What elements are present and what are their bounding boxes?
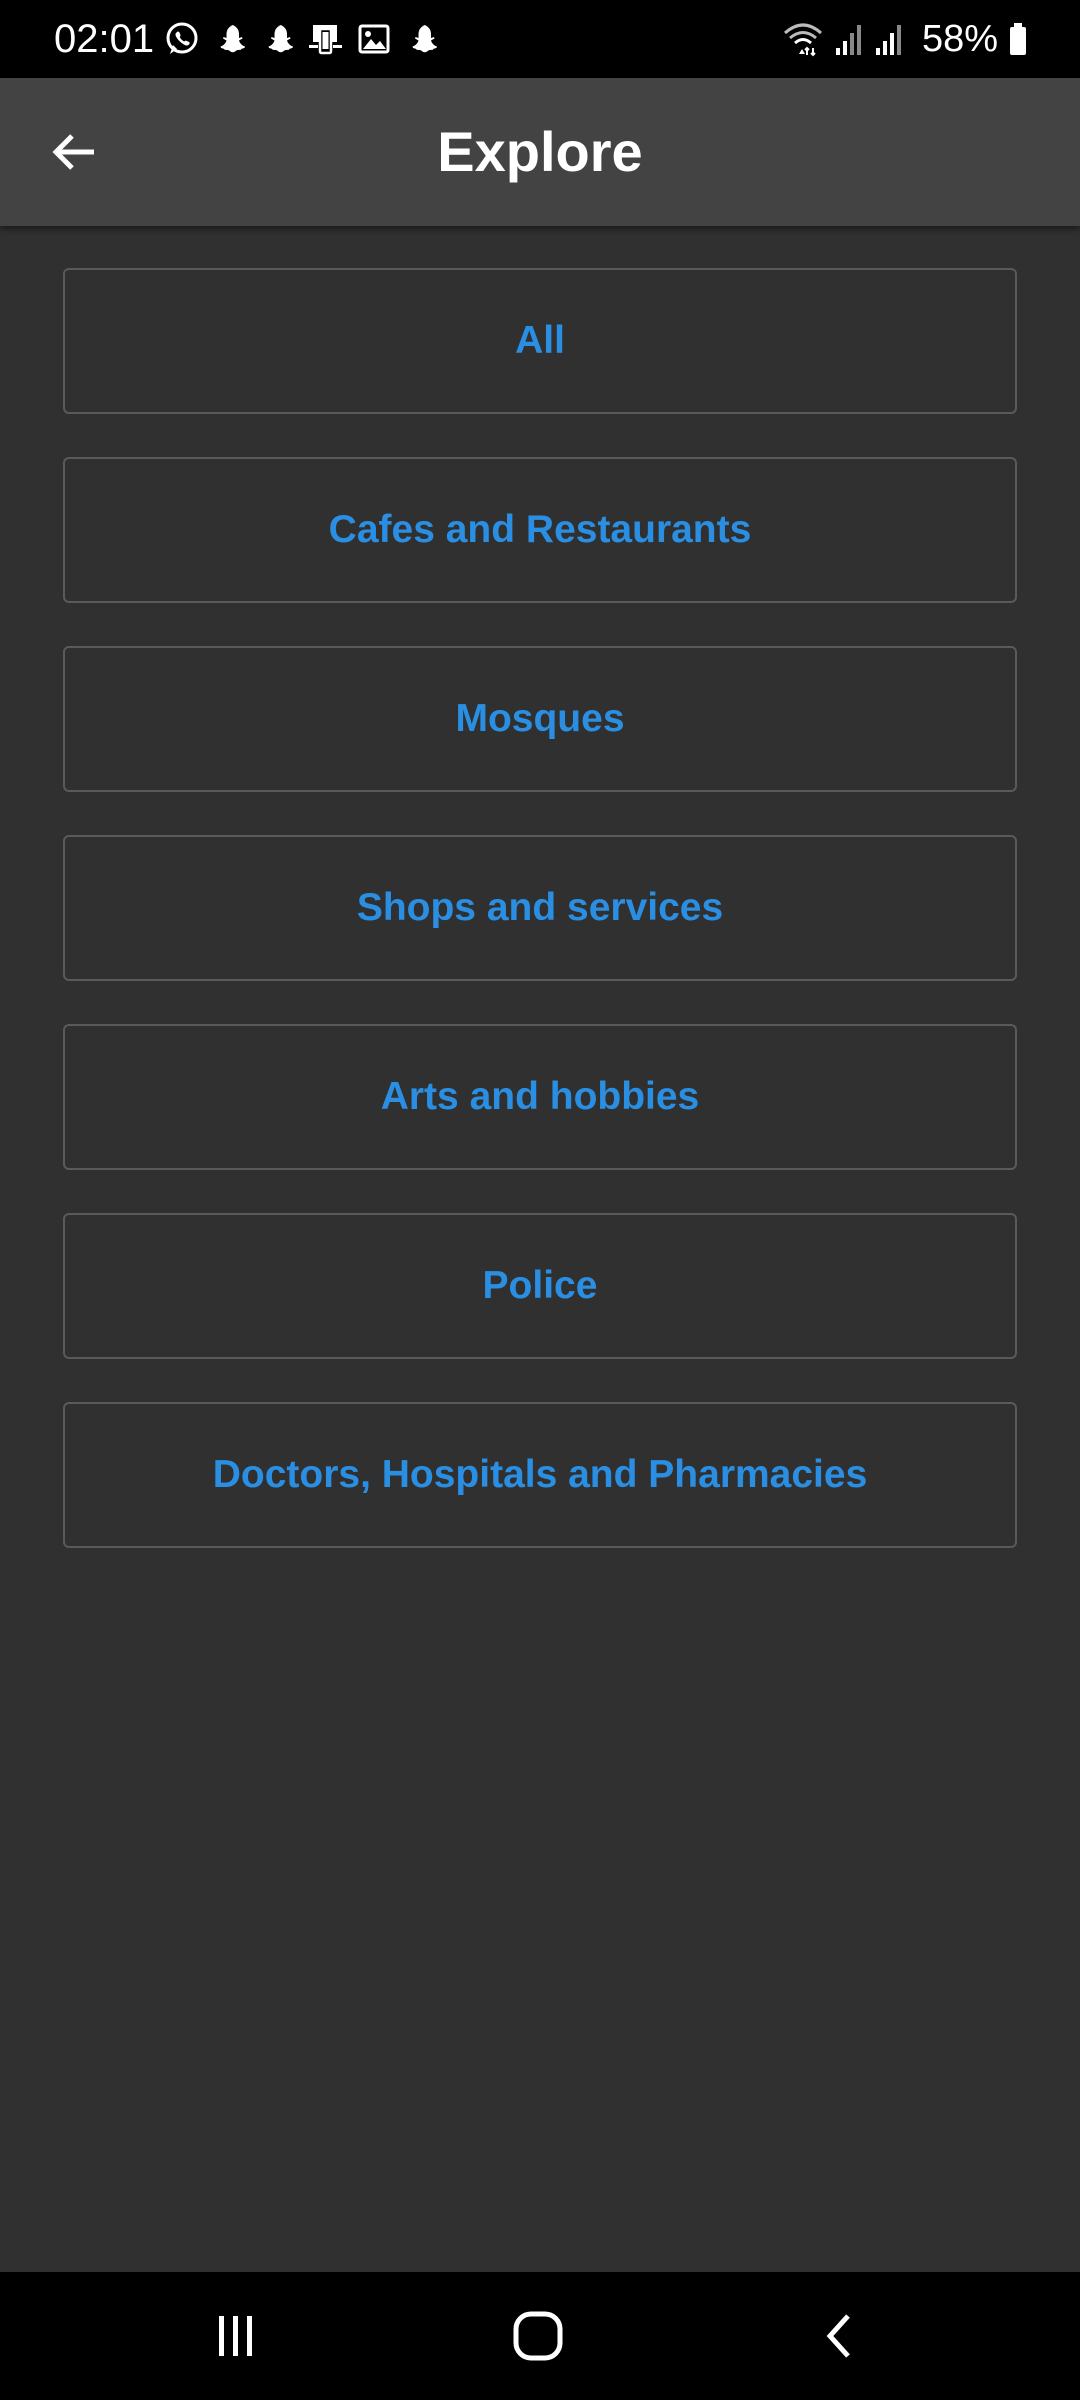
page-title: Explore — [437, 120, 643, 183]
snapchat-icon — [268, 25, 293, 53]
back-chevron-icon — [826, 2314, 850, 2358]
category-button-doctors-hospitals-pharmacies[interactable]: Doctors, Hospitals and Pharmacies — [63, 1402, 1017, 1548]
category-button-mosques[interactable]: Mosques — [63, 646, 1017, 792]
explore-content: All Cafes and Restaurants Mosques Shops … — [0, 226, 1080, 2272]
snapchat-icon — [220, 25, 245, 53]
screen-mirror-icon — [309, 25, 342, 55]
recents-button[interactable] — [176, 2296, 296, 2376]
back-button[interactable] — [34, 116, 114, 188]
signal-icon — [835, 25, 861, 55]
category-list: All Cafes and Restaurants Mosques Shops … — [63, 268, 1017, 1591]
system-nav-bar — [0, 2272, 1080, 2400]
category-button-arts-hobbies[interactable]: Arts and hobbies — [63, 1024, 1017, 1170]
wifi-icon — [783, 23, 822, 57]
category-button-all[interactable]: All — [63, 268, 1017, 414]
battery-percentage: 58% — [921, 18, 998, 60]
home-button[interactable] — [478, 2296, 598, 2376]
category-button-cafes-restaurants[interactable]: Cafes and Restaurants — [63, 457, 1017, 603]
notification-icons — [164, 19, 440, 59]
recents-icon — [219, 2316, 252, 2356]
whatsapp-icon — [166, 22, 198, 54]
category-button-shops-services[interactable]: Shops and services — [63, 835, 1017, 981]
gallery-icon — [358, 24, 390, 54]
app-bar: Explore — [0, 78, 1080, 226]
signal-icon — [875, 25, 901, 55]
arrow-left-icon — [52, 134, 94, 170]
snapchat-icon — [412, 25, 437, 53]
status-bar: 02:01 58% — [0, 0, 1080, 78]
status-time: 02:01 — [54, 17, 155, 61]
home-icon — [513, 2311, 563, 2361]
nav-back-button[interactable] — [780, 2296, 900, 2376]
battery-icon — [1010, 23, 1026, 55]
system-icons: 58% — [782, 19, 1028, 59]
category-button-police[interactable]: Police — [63, 1213, 1017, 1359]
